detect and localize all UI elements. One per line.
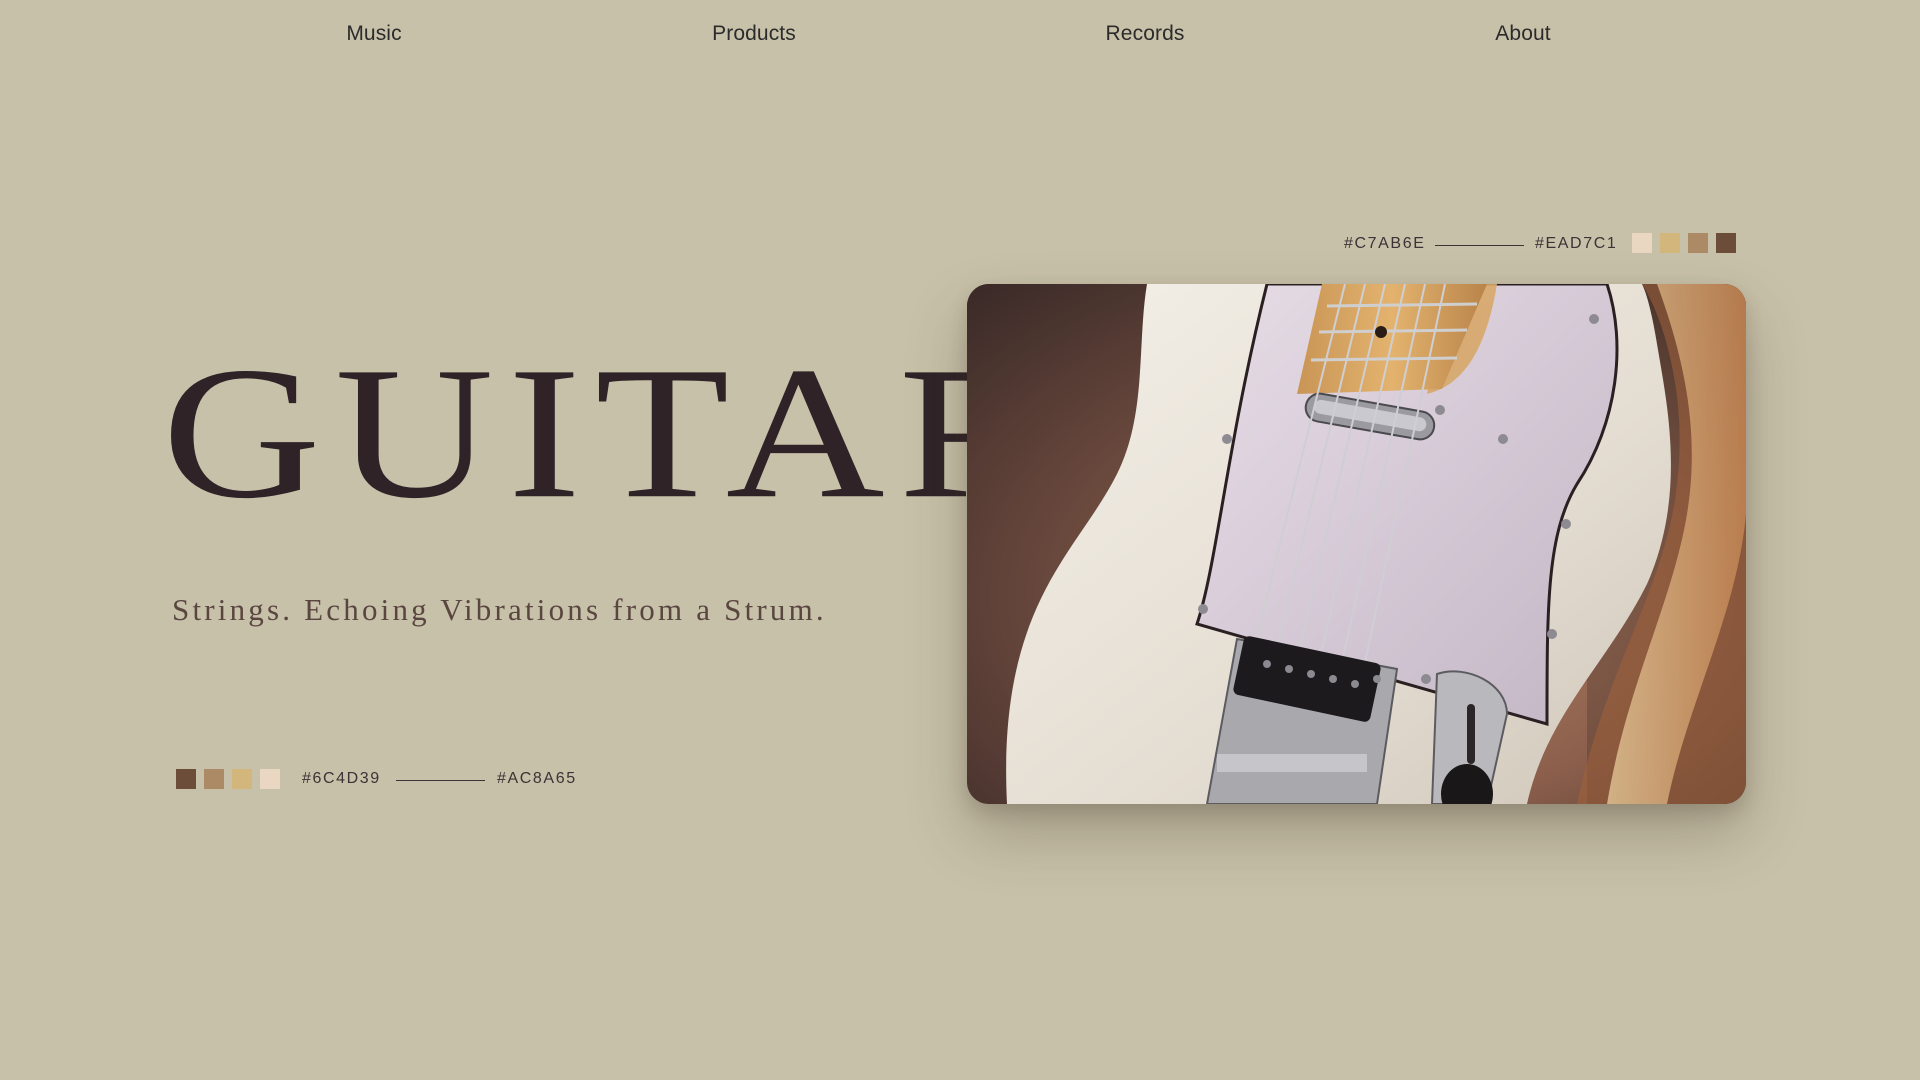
- nav-item-music[interactable]: Music: [346, 22, 401, 46]
- color-swatch: [1632, 233, 1652, 253]
- hero-title: GUITAR: [162, 327, 1060, 538]
- hex-divider-line: [1435, 245, 1524, 246]
- hero-subtitle: Strings. Echoing Vibrations from a Strum…: [172, 592, 827, 627]
- hex-code-end: #EAD7C1: [1535, 235, 1618, 252]
- hex-divider-line: [396, 780, 485, 781]
- hex-code-start: #6C4D39: [302, 770, 381, 787]
- nav-item-products[interactable]: Products: [712, 22, 796, 46]
- color-swatch: [232, 769, 252, 789]
- nav-item-about[interactable]: About: [1495, 22, 1550, 46]
- hex-code-start: #C7AB6E: [1344, 235, 1426, 252]
- guitar-photo: [967, 284, 1746, 804]
- color-swatch: [204, 769, 224, 789]
- color-swatch: [1688, 233, 1708, 253]
- top-navigation: Music Products Records About: [0, 0, 1920, 72]
- page: Music Products Records About GUITAR Stri…: [0, 0, 1920, 1080]
- guitar-illustration: [967, 284, 1746, 804]
- hex-code-end: #AC8A65: [497, 770, 577, 787]
- nav-item-records[interactable]: Records: [1106, 22, 1185, 46]
- color-swatch: [260, 769, 280, 789]
- color-swatch: [1660, 233, 1680, 253]
- color-swatch: [1716, 233, 1736, 253]
- color-swatch: [176, 769, 196, 789]
